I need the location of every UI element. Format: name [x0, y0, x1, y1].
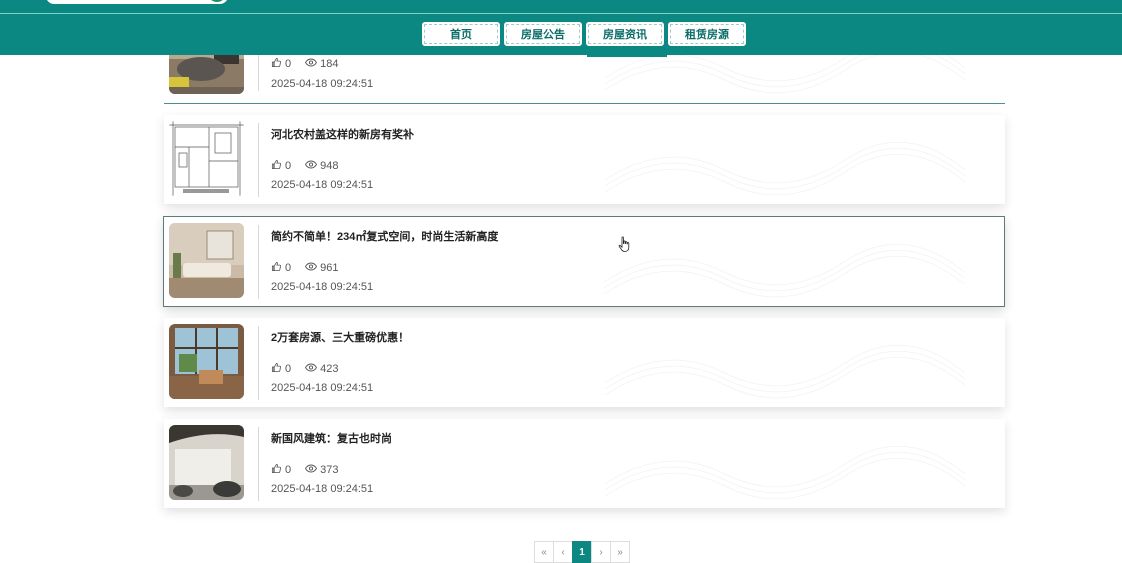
thumbs-up-icon[interactable]: [271, 261, 282, 275]
eye-icon: [305, 160, 318, 172]
nav-active-indicator: [587, 55, 667, 57]
like-count: 0: [285, 262, 292, 274]
hand-cursor-icon: [618, 236, 631, 258]
next-page-button[interactable]: ›: [591, 541, 611, 563]
thumbs-up-icon[interactable]: [271, 463, 282, 477]
eye-icon: [305, 363, 318, 375]
wave-decoration: [605, 344, 965, 399]
view-count: 948: [320, 160, 339, 172]
news-item[interactable]: 新国风建筑：复古也时尚 0 373 2025-04-18 09:24:51: [164, 419, 1005, 508]
view-count: 184: [320, 58, 339, 70]
eye-icon: [305, 464, 318, 476]
news-title[interactable]: 简约不简单！234㎡复式空间，时尚生活新高度: [271, 228, 498, 244]
view-count: 961: [320, 262, 339, 274]
courtyard-image[interactable]: [169, 425, 244, 500]
wave-decoration: [604, 243, 964, 298]
header-bar: 首页 房屋公告 房屋资讯 租赁房源: [0, 0, 1122, 55]
nav-rentals[interactable]: 租赁房源: [667, 21, 747, 47]
news-date: 2025-04-18 09:24:51: [271, 281, 374, 293]
header-divider: [0, 13, 1122, 14]
like-count: 0: [285, 363, 292, 375]
news-title[interactable]: 河北农村盖这样的新房有奖补: [271, 126, 414, 142]
wave-decoration: [605, 141, 965, 196]
nav-news[interactable]: 房屋资讯: [585, 21, 665, 47]
prev-page-button[interactable]: ‹: [553, 541, 573, 563]
last-page-button[interactable]: »: [610, 541, 630, 563]
main-nav: 首页 房屋公告 房屋资讯 租赁房源: [421, 21, 747, 47]
sunroom-image[interactable]: [169, 324, 244, 399]
news-date: 2025-04-18 09:24:51: [271, 78, 374, 90]
view-count: 423: [320, 363, 339, 375]
news-item[interactable]: 河北农村盖这样的新房有奖补 0 948 2025-04-18 09:24:51: [164, 115, 1005, 204]
news-date: 2025-04-18 09:24:51: [271, 382, 374, 394]
page-button-current[interactable]: 1: [572, 541, 592, 563]
floor-plan-image[interactable]: [169, 121, 244, 196]
thumbs-up-icon[interactable]: [271, 57, 282, 71]
like-count: 0: [285, 464, 292, 476]
wave-decoration: [605, 445, 965, 500]
divider: [164, 103, 1005, 104]
view-count: 373: [320, 464, 339, 476]
eye-icon: [305, 58, 318, 70]
news-title[interactable]: 新国风建筑：复古也时尚: [271, 430, 392, 446]
thumbs-up-icon[interactable]: [271, 362, 282, 376]
logo[interactable]: [46, 0, 228, 4]
news-item[interactable]: 简约不简单！234㎡复式空间，时尚生活新高度 0 961 2025-04-18 …: [163, 216, 1005, 307]
like-count: 0: [285, 58, 292, 70]
like-count: 0: [285, 160, 292, 172]
nav-announcements[interactable]: 房屋公告: [503, 21, 583, 47]
news-title[interactable]: 2万套房源、三大重磅优惠！: [271, 329, 409, 345]
thumbs-up-icon[interactable]: [271, 159, 282, 173]
eye-icon: [305, 262, 318, 274]
news-date: 2025-04-18 09:24:51: [271, 483, 374, 495]
logo-mark: [208, 0, 226, 2]
first-page-button[interactable]: «: [534, 541, 554, 563]
pagination: « ‹ 1 › »: [534, 541, 630, 563]
bedroom-image[interactable]: [169, 223, 244, 298]
news-item[interactable]: 2万套房源、三大重磅优惠！ 0 423 2025-04-18 09:24:51: [164, 318, 1005, 407]
news-date: 2025-04-18 09:24:51: [271, 179, 374, 191]
nav-home[interactable]: 首页: [421, 21, 501, 47]
